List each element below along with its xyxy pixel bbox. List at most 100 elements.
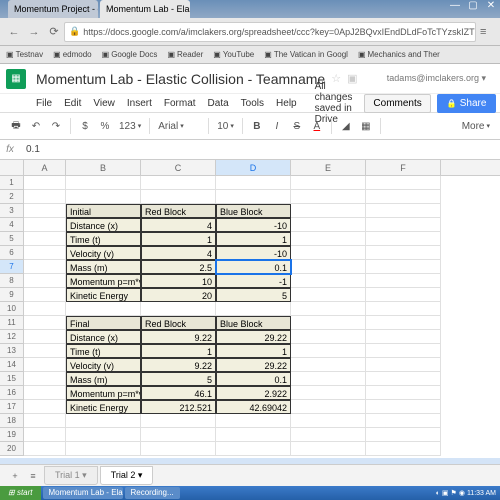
cell[interactable] (366, 358, 441, 372)
cell[interactable]: Initial (66, 204, 141, 218)
cell[interactable] (366, 414, 441, 428)
cell[interactable] (24, 288, 66, 302)
cell[interactable]: -10 (216, 218, 291, 232)
cell[interactable] (66, 176, 141, 190)
cell[interactable]: Velocity (v) (66, 246, 141, 260)
cell[interactable] (366, 400, 441, 414)
task-item[interactable]: Momentum Lab - Ela... (43, 487, 123, 499)
row-header[interactable]: 2 (0, 190, 24, 204)
cell[interactable] (24, 344, 66, 358)
cell[interactable] (66, 302, 141, 316)
cell[interactable]: Velocity (v) (66, 358, 141, 372)
cell[interactable] (366, 372, 441, 386)
clock[interactable]: 11:33 AM (467, 490, 496, 497)
menu-tools[interactable]: Tools (241, 98, 264, 109)
maximize-icon[interactable]: ▢ (464, 0, 482, 18)
menu-icon[interactable]: ≡ (480, 26, 496, 38)
italic-icon[interactable]: I (267, 121, 287, 132)
browser-tab[interactable]: Momentum Project - d× (8, 0, 98, 18)
share-button[interactable]: Share (437, 94, 497, 113)
close-icon[interactable]: ✕ (482, 0, 500, 18)
cell[interactable] (216, 428, 291, 442)
cell[interactable] (291, 400, 366, 414)
cell[interactable] (66, 190, 141, 204)
fill-icon[interactable]: ◢ (336, 121, 356, 132)
cell[interactable] (24, 246, 66, 260)
cell[interactable]: 20 (141, 288, 216, 302)
menu-file[interactable]: File (36, 98, 52, 109)
cell[interactable]: 4 (141, 246, 216, 260)
bookmark[interactable]: YouTube (213, 50, 254, 59)
start-button[interactable]: start (0, 486, 41, 500)
cell[interactable] (216, 176, 291, 190)
cell[interactable]: 5 (216, 288, 291, 302)
row-header[interactable]: 5 (0, 232, 24, 246)
row-header[interactable]: 9 (0, 288, 24, 302)
cell[interactable] (24, 302, 66, 316)
cell[interactable] (24, 330, 66, 344)
menu-insert[interactable]: Insert (127, 98, 152, 109)
cell[interactable] (366, 246, 441, 260)
cell[interactable] (366, 176, 441, 190)
cell[interactable] (141, 442, 216, 456)
bookmark[interactable]: edmodo (53, 50, 91, 59)
cell[interactable]: 1 (216, 344, 291, 358)
cell[interactable]: Mass (m) (66, 372, 141, 386)
cell[interactable]: Momentum p=m*v (66, 274, 141, 288)
cell[interactable] (291, 372, 366, 386)
cell[interactable] (24, 372, 66, 386)
comments-button[interactable]: Comments (364, 94, 430, 113)
cell[interactable]: Time (t) (66, 232, 141, 246)
percent-icon[interactable]: % (95, 121, 115, 132)
all-sheets-icon[interactable]: ≡ (24, 471, 42, 481)
cell[interactable] (24, 358, 66, 372)
browser-tab-active[interactable]: Momentum Lab - Elastic Colli× (100, 0, 190, 18)
cell[interactable]: Red Block (141, 316, 216, 330)
system-tray[interactable]: ◐ ▣ ⚑ ◉ 11:33 AM (432, 489, 500, 497)
cell[interactable] (366, 274, 441, 288)
cell[interactable] (141, 414, 216, 428)
strike-icon[interactable]: S (287, 121, 307, 132)
cell[interactable] (24, 232, 66, 246)
cell[interactable] (366, 316, 441, 330)
bookmark[interactable]: Google Docs (102, 50, 158, 59)
cell[interactable] (291, 330, 366, 344)
cell[interactable] (216, 442, 291, 456)
cell[interactable] (366, 442, 441, 456)
row-header[interactable]: 3 (0, 204, 24, 218)
tray-icon[interactable]: ⚑ (451, 489, 457, 497)
cell[interactable]: -10 (216, 246, 291, 260)
cell[interactable] (24, 414, 66, 428)
tray-icon[interactable]: ▣ (442, 489, 449, 497)
cell[interactable] (291, 190, 366, 204)
cell[interactable] (366, 330, 441, 344)
cell[interactable] (66, 442, 141, 456)
row-header[interactable]: 17 (0, 400, 24, 414)
undo-icon[interactable]: ↶ (26, 121, 46, 132)
print-icon[interactable]: 🖶 (6, 118, 26, 135)
cell[interactable]: 0.1 (216, 260, 291, 274)
cell[interactable] (66, 428, 141, 442)
cell[interactable]: 9.22 (141, 358, 216, 372)
col-header[interactable]: E (291, 160, 366, 175)
cell[interactable] (291, 302, 366, 316)
cell[interactable] (24, 386, 66, 400)
row-header[interactable]: 6 (0, 246, 24, 260)
tray-icon[interactable]: ◐ (436, 490, 440, 497)
tray-icon[interactable]: ◉ (459, 489, 465, 497)
cell[interactable] (366, 344, 441, 358)
row-header[interactable]: 16 (0, 386, 24, 400)
row-header[interactable]: 14 (0, 358, 24, 372)
formula-input[interactable]: 0.1 (20, 144, 40, 155)
cell[interactable] (291, 428, 366, 442)
cell[interactable] (366, 428, 441, 442)
cell[interactable] (291, 288, 366, 302)
cell[interactable] (141, 176, 216, 190)
bookmark[interactable]: Testnav (6, 50, 43, 59)
cell[interactable]: 0.1 (216, 372, 291, 386)
cell[interactable]: 46.1 (141, 386, 216, 400)
cell[interactable] (291, 274, 366, 288)
document-title[interactable]: Momentum Lab - Elastic Collision - Teamn… (36, 71, 325, 87)
forward-icon[interactable]: → (26, 24, 42, 40)
cell[interactable] (24, 274, 66, 288)
